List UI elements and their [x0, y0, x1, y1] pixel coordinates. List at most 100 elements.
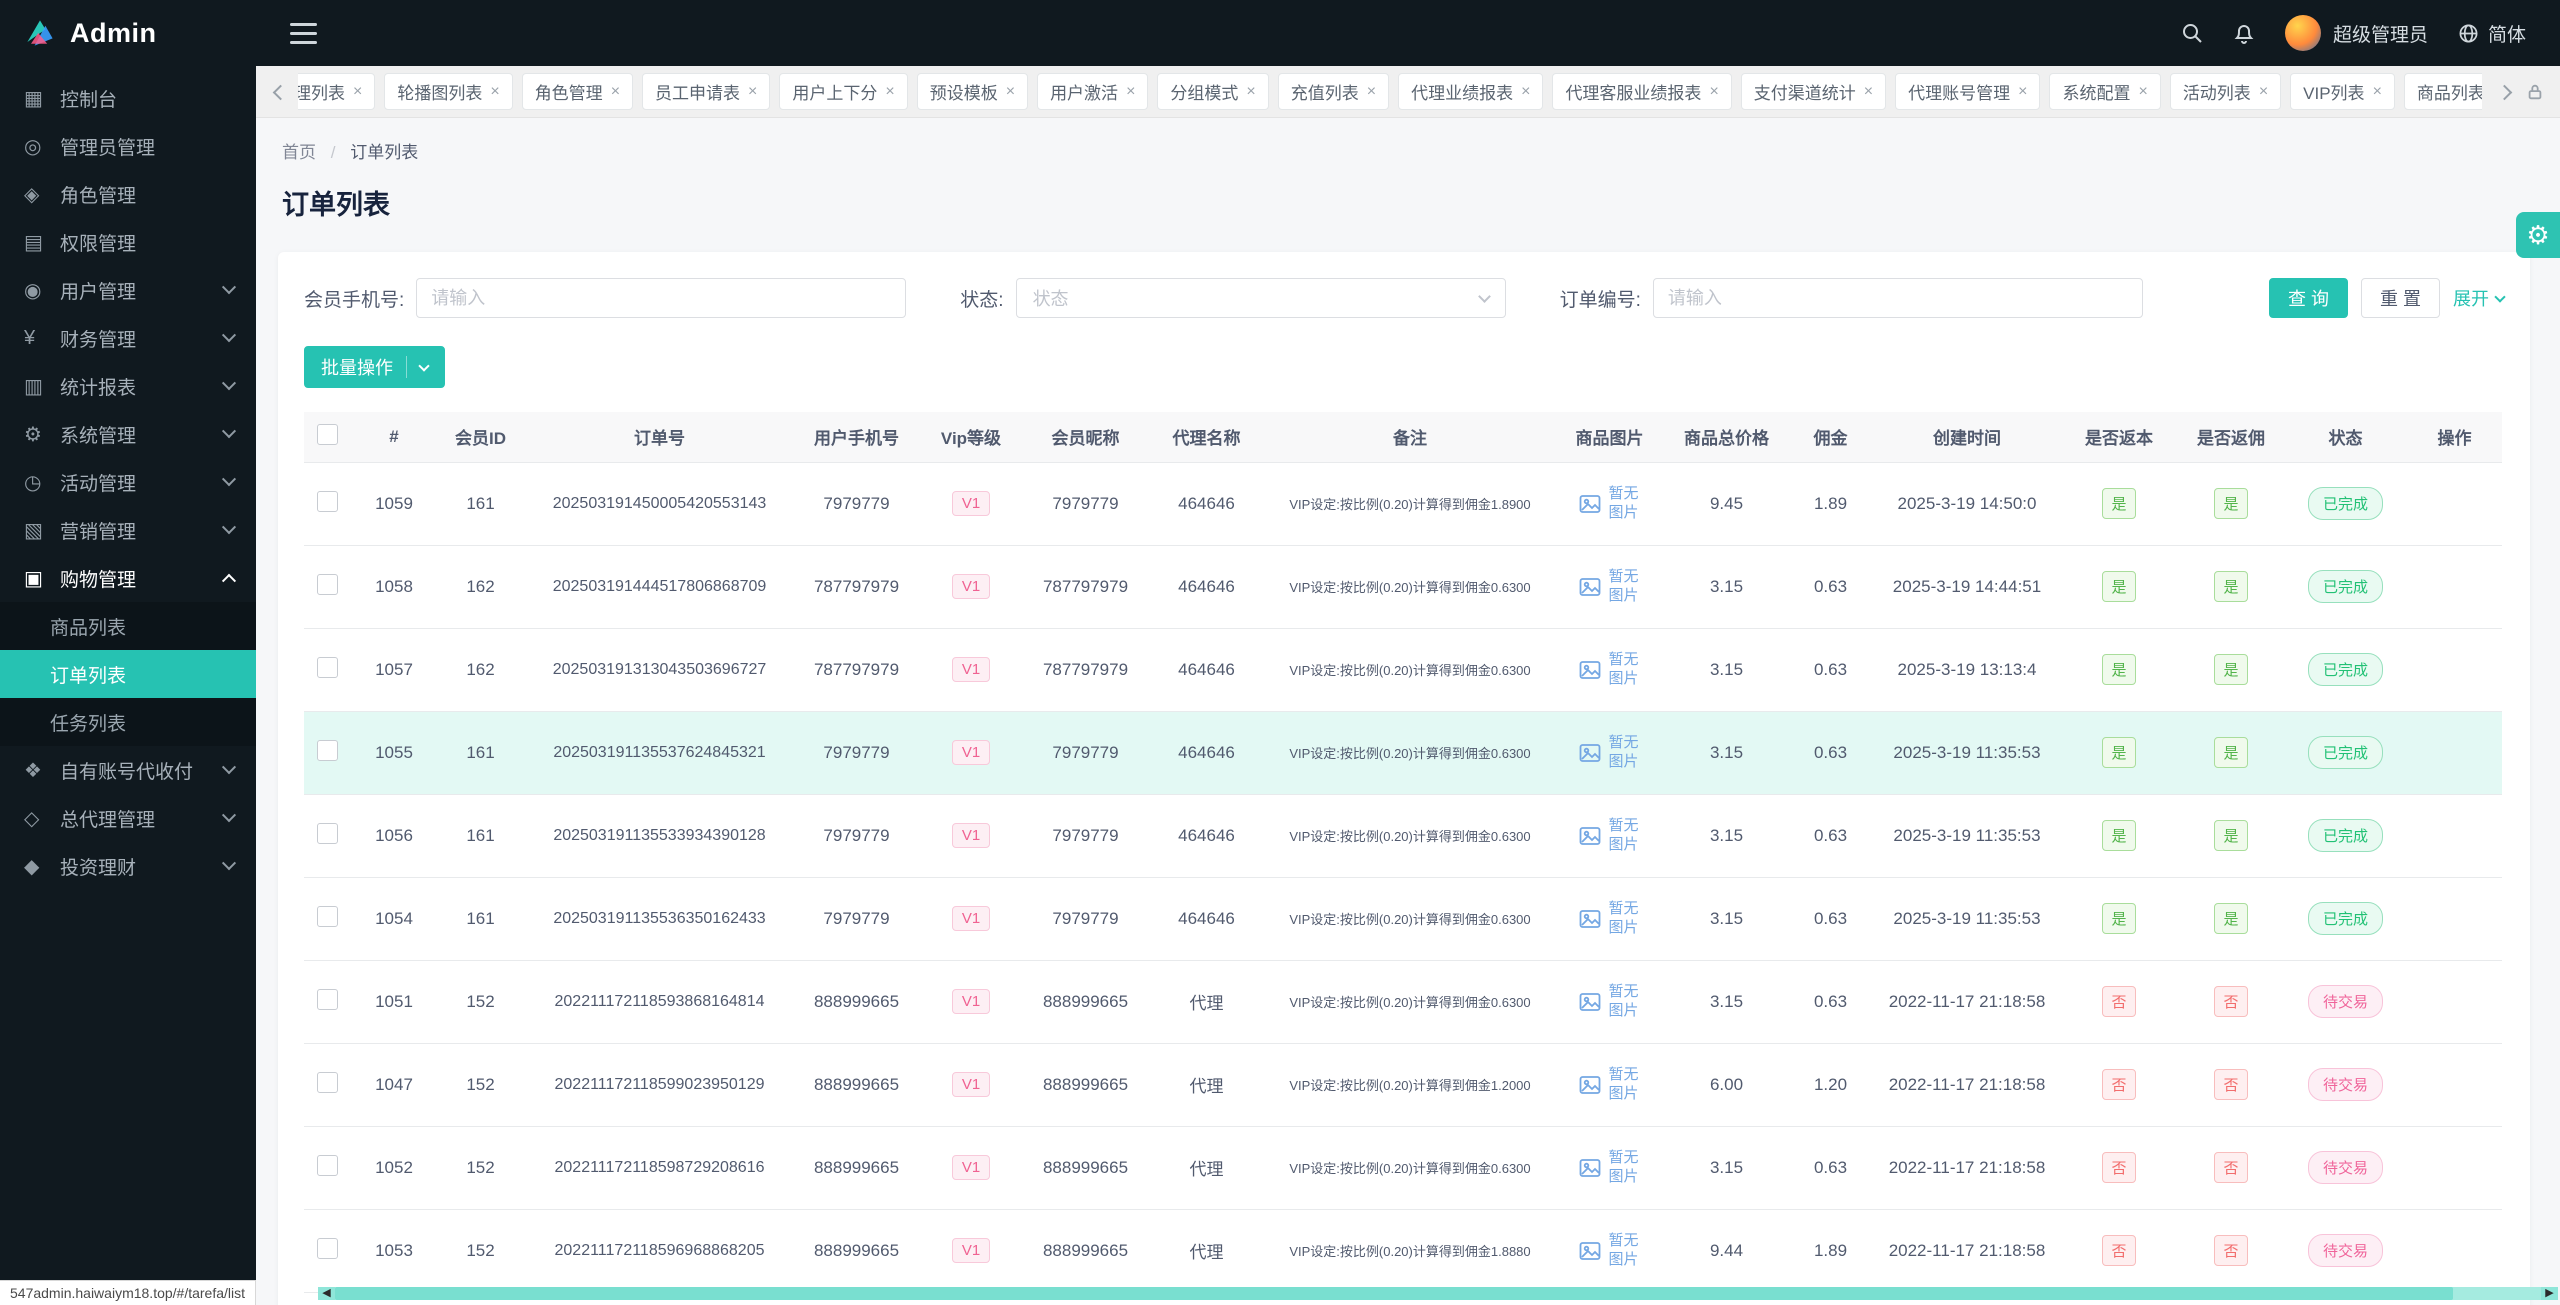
tab-close-icon[interactable] [2259, 83, 2268, 101]
tab-close-icon[interactable] [1006, 83, 1015, 101]
tab[interactable]: 系统配置 [2049, 73, 2161, 110]
tab[interactable]: 代理列表 [298, 73, 376, 110]
order-no-input[interactable] [1652, 278, 2143, 318]
sidebar-item[interactable]: 权限管理 [0, 218, 256, 266]
table-row[interactable]: 1058 162 202503191444517806868709 787797… [304, 545, 2502, 629]
sidebar-item[interactable]: 任务列表 [0, 698, 256, 746]
expand-button[interactable]: 展开 [2453, 285, 2506, 311]
sidebar-item[interactable]: 订单列表 [0, 650, 256, 698]
sidebar-item[interactable]: 投资理财 [0, 842, 256, 890]
tab[interactable]: 充值列表 [1277, 73, 1390, 110]
sidebar-item[interactable]: 活动管理 [0, 458, 256, 506]
row-checkbox[interactable] [316, 490, 338, 512]
tab-close-icon[interactable] [2373, 83, 2382, 101]
sidebar-collapse-icon[interactable] [290, 22, 317, 44]
cell-actions [2407, 462, 2502, 546]
row-checkbox[interactable] [316, 573, 338, 595]
tab-close-icon[interactable] [748, 83, 757, 101]
sidebar-item[interactable]: 管理员管理 [0, 122, 256, 170]
table-row[interactable]: 1059 161 202503191450005420553143 797977… [304, 462, 2502, 546]
batch-actions-button[interactable]: 批量操作 [304, 346, 445, 388]
tab-scroll-right-icon[interactable] [2492, 82, 2512, 102]
row-checkbox[interactable] [316, 656, 338, 678]
sidebar-item[interactable]: 控制台 [0, 74, 256, 122]
tab[interactable]: 代理业绩报表 [1398, 73, 1544, 110]
tab-scroll-left-icon[interactable] [268, 82, 288, 102]
sidebar-item[interactable]: 自有账号代收付 [0, 746, 256, 794]
sidebar-item[interactable]: 总代理管理 [0, 794, 256, 842]
table-row[interactable]: 1056 161 202503191135533934390128 797977… [304, 794, 2502, 878]
table-row[interactable]: 1053 152 202211172118596968868205 888999… [304, 1209, 2502, 1293]
tab-close-icon[interactable] [490, 83, 499, 101]
table-row[interactable]: 1052 152 202211172118598729208616 888999… [304, 1126, 2502, 1210]
scrollbar-thumb[interactable] [335, 1287, 2453, 1300]
row-checkbox[interactable] [316, 822, 338, 844]
tab[interactable]: 活动列表 [2169, 73, 2282, 110]
tab-close-icon[interactable] [1864, 83, 1873, 101]
tab[interactable]: 用户上下分 [779, 73, 908, 110]
table-row[interactable]: 1055 161 202503191135537624845321 797977… [304, 711, 2502, 795]
tab-close-icon[interactable] [2018, 83, 2027, 101]
bell-icon[interactable] [2233, 22, 2255, 44]
settings-gear-button[interactable] [2516, 212, 2560, 258]
tab-close-icon[interactable] [2138, 83, 2147, 101]
tab-close-icon[interactable] [1367, 83, 1376, 101]
sidebar-item[interactable]: 用户管理 [0, 266, 256, 314]
tab-close-icon[interactable] [1521, 83, 1530, 101]
reset-button[interactable]: 重 置 [2360, 278, 2440, 318]
sidebar-item[interactable]: 财务管理 [0, 314, 256, 362]
tab[interactable]: 支付渠道统计 [1740, 73, 1887, 110]
row-checkbox[interactable] [316, 1071, 338, 1093]
tab-close-icon[interactable] [885, 83, 894, 101]
tab[interactable]: 商品列表 [2403, 73, 2482, 110]
horizontal-scrollbar[interactable] [318, 1287, 2558, 1300]
row-checkbox[interactable] [316, 988, 338, 1010]
user-chip[interactable]: 超级管理员 [2284, 15, 2428, 51]
tab[interactable]: VIP列表 [2290, 73, 2395, 110]
tab[interactable]: 代理账号管理 [1895, 73, 2041, 110]
tab[interactable]: 角色管理 [521, 73, 634, 110]
table-row[interactable]: 1054 161 202503191135536350162433 797977… [304, 877, 2502, 961]
language-switcher[interactable]: 简体 [2458, 20, 2526, 47]
tab[interactable]: 用户激活 [1037, 73, 1149, 110]
scrollbar-track[interactable] [335, 1287, 2541, 1300]
breadcrumb-home[interactable]: 首页 [282, 143, 316, 162]
status-select[interactable]: 状态 [1015, 278, 1506, 318]
row-checkbox[interactable] [316, 1154, 338, 1176]
sidebar-item[interactable]: 购物管理 [0, 554, 256, 602]
logo[interactable]: Admin [0, 0, 256, 66]
sidebar-item[interactable]: 商品列表 [0, 602, 256, 650]
sidebar-item[interactable]: 角色管理 [0, 170, 256, 218]
select-all-checkbox[interactable] [316, 423, 338, 445]
scroll-right-arrow-icon[interactable] [2541, 1287, 2558, 1300]
cell-note: VIP设定:按比例(0.20)计算得到佣金0.6300 [1267, 1126, 1553, 1210]
tab-close-icon[interactable] [611, 83, 620, 101]
tab-close-icon[interactable] [353, 83, 362, 101]
sidebar-item[interactable]: 系统管理 [0, 410, 256, 458]
search-icon[interactable] [2181, 22, 2203, 44]
member-phone-input[interactable] [416, 278, 907, 318]
tab[interactable]: 员工申请表 [642, 73, 771, 110]
table-row[interactable]: 1051 152 202211172118593868164814 888999… [304, 960, 2502, 1044]
tab[interactable]: 分组模式 [1157, 73, 1269, 110]
sidebar-item[interactable]: 营销管理 [0, 506, 256, 554]
scroll-left-arrow-icon[interactable] [318, 1287, 335, 1300]
tab[interactable]: 预设模板 [916, 73, 1029, 110]
tab[interactable]: 代理客服业绩报表 [1552, 73, 1732, 110]
table-row[interactable]: 1047 152 202211172118599023950129 888999… [304, 1043, 2502, 1127]
globe-icon [2459, 24, 2478, 42]
row-checkbox[interactable] [316, 739, 338, 761]
search-button[interactable]: 查 询 [2268, 278, 2348, 318]
row-checkbox[interactable] [316, 905, 338, 927]
tab-close-icon[interactable] [1709, 83, 1718, 101]
tab-close-icon[interactable] [1126, 83, 1135, 101]
tab-close-icon[interactable] [1246, 83, 1255, 101]
cell-nickname: 888999665 [1025, 1209, 1146, 1293]
table-row[interactable]: 1057 162 202503191313043503696727 787797… [304, 628, 2502, 712]
lock-icon[interactable] [2522, 79, 2548, 105]
cell-id: 1052 [350, 1126, 438, 1210]
row-checkbox[interactable] [316, 1237, 338, 1259]
status-badge: 待交易 [2307, 1068, 2383, 1101]
sidebar-item[interactable]: 统计报表 [0, 362, 256, 410]
tab[interactable]: 轮播图列表 [384, 73, 513, 110]
